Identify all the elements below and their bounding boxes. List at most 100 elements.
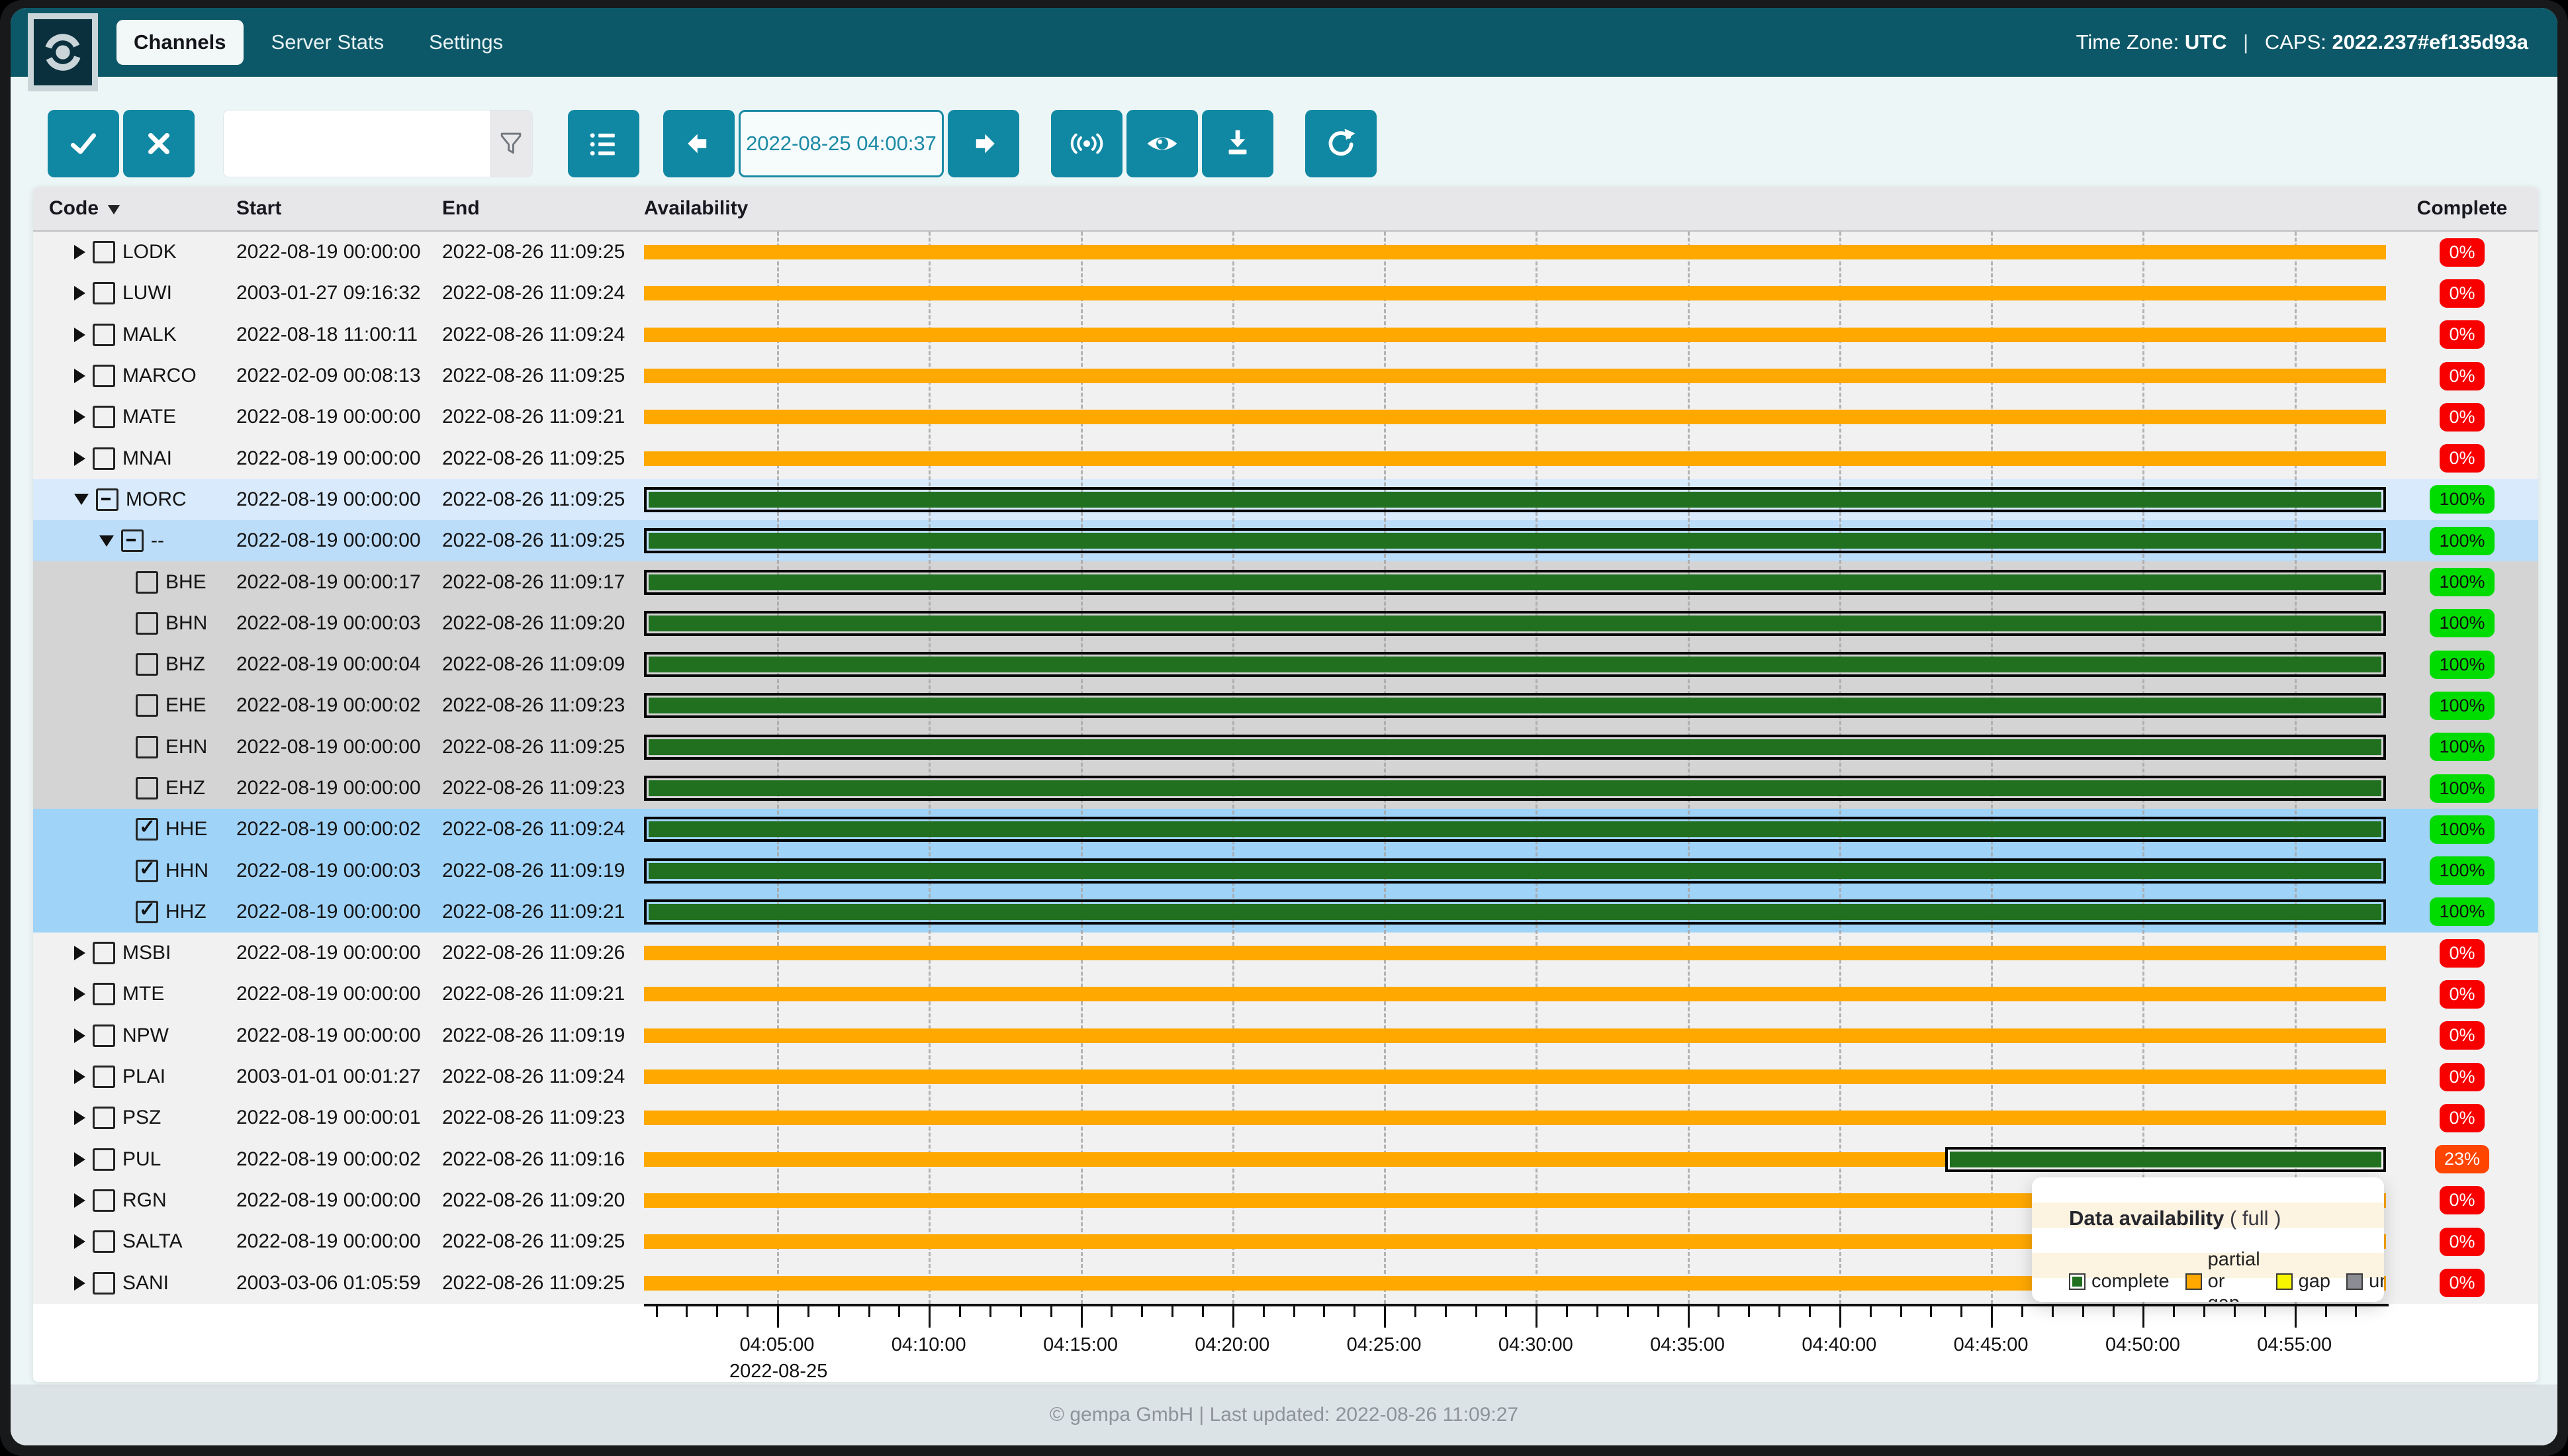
expand-icon[interactable] (74, 369, 85, 383)
checkbox-partial[interactable] (121, 529, 144, 552)
expand-icon[interactable] (74, 1234, 85, 1249)
checkbox-unchecked[interactable] (136, 694, 158, 717)
expand-icon[interactable] (74, 1152, 85, 1167)
availability-bar-partial_or_gap[interactable] (644, 1069, 2386, 1084)
expand-icon[interactable] (74, 1069, 85, 1084)
row-malk[interactable]: MALK2022-08-18 11:00:112022-08-26 11:09:… (33, 314, 2538, 355)
row-plai[interactable]: PLAI2003-01-01 00:01:272022-08-26 11:09:… (33, 1056, 2538, 1097)
row-ehn[interactable]: EHN2022-08-19 00:00:002022-08-26 11:09:2… (33, 727, 2538, 768)
expand-icon[interactable] (74, 946, 85, 960)
availability-bar-complete[interactable] (644, 735, 2386, 760)
row-bhz[interactable]: BHZ2022-08-19 00:00:042022-08-26 11:09:0… (33, 644, 2538, 685)
checkbox-unchecked[interactable] (93, 1148, 115, 1171)
checkbox-unchecked[interactable] (93, 1107, 115, 1129)
tab-settings[interactable]: Settings (412, 20, 520, 65)
checkbox-unchecked[interactable] (93, 406, 115, 428)
availability-bar-partial_or_gap[interactable] (644, 245, 2386, 259)
row-hhe[interactable]: HHE2022-08-19 00:00:022022-08-26 11:09:2… (33, 809, 2538, 850)
checkbox-unchecked[interactable] (93, 447, 115, 470)
select-all-button[interactable] (48, 110, 119, 177)
availability-bar-complete[interactable] (644, 693, 2386, 718)
checkbox-unchecked[interactable] (93, 1272, 115, 1295)
checkbox-unchecked[interactable] (93, 282, 115, 304)
checkbox-unchecked[interactable] (93, 983, 115, 1005)
row-mte[interactable]: MTE2022-08-19 00:00:002022-08-26 11:09:2… (33, 974, 2538, 1015)
expand-icon[interactable] (74, 245, 85, 259)
row-bhe[interactable]: BHE2022-08-19 00:00:172022-08-26 11:09:1… (33, 561, 2538, 602)
expand-icon[interactable] (74, 410, 85, 424)
row-dash[interactable]: --2022-08-19 00:00:002022-08-26 11:09:25… (33, 520, 2538, 561)
availability-bar-partial_or_gap[interactable] (644, 451, 2386, 466)
expand-icon[interactable] (74, 987, 85, 1001)
row-npw[interactable]: NPW2022-08-19 00:00:002022-08-26 11:09:1… (33, 1015, 2538, 1056)
checkbox-unchecked[interactable] (93, 241, 115, 263)
checkbox-checked[interactable] (136, 818, 158, 841)
row-msbi[interactable]: MSBI2022-08-19 00:00:002022-08-26 11:09:… (33, 933, 2538, 974)
availability-bar-partial_or_gap[interactable] (644, 1111, 2386, 1125)
download-button[interactable] (1202, 110, 1273, 177)
expand-icon[interactable] (74, 1276, 85, 1291)
row-lodk[interactable]: LODK2022-08-19 00:00:002022-08-26 11:09:… (33, 232, 2538, 273)
checkbox-unchecked[interactable] (93, 324, 115, 346)
availability-bar-partial_or_gap[interactable] (644, 946, 2386, 960)
availability-bar-complete[interactable] (644, 817, 2386, 842)
checkbox-checked[interactable] (136, 860, 158, 882)
availability-bar-partial_or_gap[interactable] (644, 410, 2386, 424)
availability-bar-complete[interactable] (644, 528, 2386, 553)
tab-server-stats[interactable]: Server Stats (254, 20, 402, 65)
row-mate[interactable]: MATE2022-08-19 00:00:002022-08-26 11:09:… (33, 396, 2538, 437)
row-marco[interactable]: MARCO2022-02-09 00:08:132022-08-26 11:09… (33, 355, 2538, 396)
expand-icon[interactable] (74, 328, 85, 342)
availability-bar-partial_or_gap[interactable] (644, 286, 2386, 300)
checkbox-unchecked[interactable] (93, 1066, 115, 1088)
row-hhz[interactable]: HHZ2022-08-19 00:00:002022-08-26 11:09:2… (33, 891, 2538, 933)
row-luwi[interactable]: LUWI2003-01-27 09:16:322022-08-26 11:09:… (33, 273, 2538, 314)
checkbox-unchecked[interactable] (93, 1024, 115, 1047)
row-psz[interactable]: PSZ2022-08-19 00:00:012022-08-26 11:09:2… (33, 1097, 2538, 1138)
row-pul[interactable]: PUL2022-08-19 00:00:022022-08-26 11:09:1… (33, 1139, 2538, 1180)
datetime-field[interactable]: 2022-08-25 04:00:37 (739, 110, 944, 177)
column-header-code[interactable]: Code (49, 187, 120, 230)
availability-bar-partial_or_gap[interactable] (644, 987, 2386, 1001)
availability-bar-complete[interactable] (644, 776, 2386, 801)
availability-bar-complete[interactable] (644, 899, 2386, 925)
filter-input[interactable] (224, 111, 490, 177)
checkbox-unchecked[interactable] (136, 612, 158, 635)
checkbox-unchecked[interactable] (93, 1230, 115, 1253)
column-header-start[interactable]: Start (236, 187, 281, 230)
row-morc[interactable]: MORC2022-08-19 00:00:002022-08-26 11:09:… (33, 479, 2538, 520)
refresh-button[interactable] (1305, 110, 1377, 177)
availability-bar-partial_or_gap[interactable] (644, 369, 2386, 383)
row-mnai[interactable]: MNAI2022-08-19 00:00:002022-08-26 11:09:… (33, 437, 2538, 478)
tab-channels[interactable]: Channels (116, 20, 244, 65)
checkbox-unchecked[interactable] (136, 777, 158, 799)
deselect-all-button[interactable] (123, 110, 195, 177)
checkbox-unchecked[interactable] (93, 942, 115, 964)
expand-icon[interactable] (74, 1028, 85, 1043)
filter-addon[interactable] (490, 111, 532, 177)
collapse-icon[interactable] (99, 535, 114, 547)
checkbox-unchecked[interactable] (136, 736, 158, 758)
collapse-icon[interactable] (74, 494, 89, 505)
availability-bar-complete[interactable] (644, 487, 2386, 512)
checkbox-checked[interactable] (136, 901, 158, 923)
channel-list-button[interactable] (568, 110, 639, 177)
view-button[interactable] (1126, 110, 1198, 177)
expand-icon[interactable] (74, 1193, 85, 1208)
time-next-button[interactable] (948, 110, 1019, 177)
expand-icon[interactable] (74, 1111, 85, 1125)
expand-icon[interactable] (74, 451, 85, 466)
time-prev-button[interactable] (663, 110, 735, 177)
row-hhn[interactable]: HHN2022-08-19 00:00:032022-08-26 11:09:1… (33, 850, 2538, 891)
checkbox-unchecked[interactable] (93, 1189, 115, 1212)
expand-icon[interactable] (74, 286, 85, 300)
checkbox-unchecked[interactable] (93, 365, 115, 387)
checkbox-unchecked[interactable] (136, 571, 158, 594)
row-ehz[interactable]: EHZ2022-08-19 00:00:002022-08-26 11:09:2… (33, 768, 2538, 809)
checkbox-partial[interactable] (96, 488, 118, 511)
availability-bar-complete[interactable] (644, 858, 2386, 884)
availability-bar-complete[interactable] (1945, 1147, 2386, 1172)
availability-bar-complete[interactable] (644, 570, 2386, 595)
row-bhn[interactable]: BHN2022-08-19 00:00:032022-08-26 11:09:2… (33, 603, 2538, 644)
availability-bar-partial_or_gap[interactable] (644, 1152, 1945, 1167)
